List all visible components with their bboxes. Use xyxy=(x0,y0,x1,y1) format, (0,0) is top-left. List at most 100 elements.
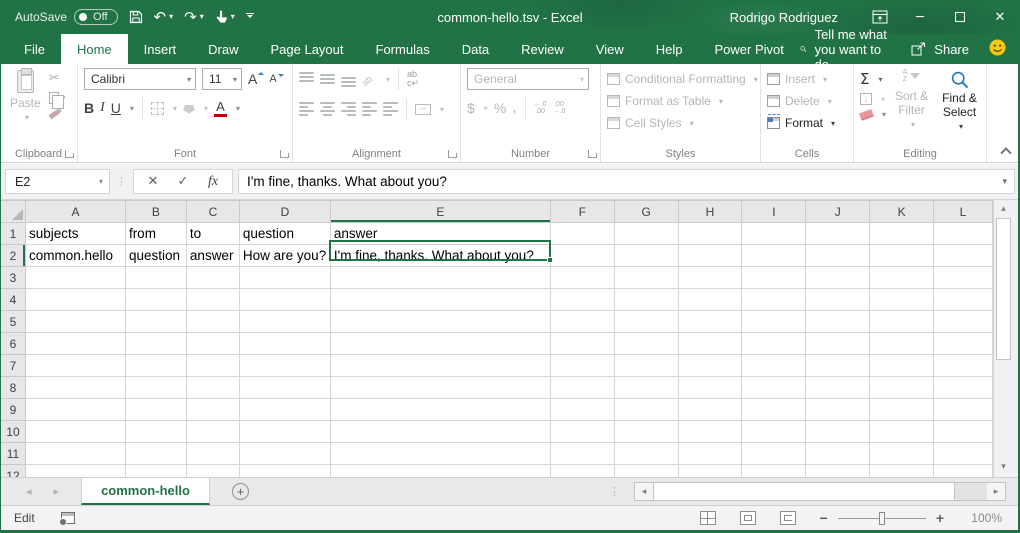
orientation-button[interactable] xyxy=(362,72,377,86)
paste-button[interactable]: Paste ▾ xyxy=(6,68,45,124)
cell-I4[interactable] xyxy=(742,289,806,311)
cell-E6[interactable] xyxy=(330,333,550,355)
cell-E2[interactable]: I'm fine, thanks. What about you? xyxy=(330,245,550,267)
cell-F7[interactable] xyxy=(550,355,614,377)
collapse-ribbon-button[interactable] xyxy=(1000,147,1011,158)
tab-help[interactable]: Help xyxy=(640,34,699,64)
cell-J6[interactable] xyxy=(806,333,870,355)
cell-D7[interactable] xyxy=(239,355,330,377)
cell-F9[interactable] xyxy=(550,399,614,421)
cell-G12[interactable] xyxy=(614,465,678,478)
new-sheet-button[interactable]: + xyxy=(232,478,249,505)
cell-C11[interactable] xyxy=(186,443,239,465)
autosave-pill[interactable]: Off xyxy=(74,9,117,25)
cell-E4[interactable] xyxy=(330,289,550,311)
cell-B3[interactable] xyxy=(125,267,186,289)
cell-E5[interactable] xyxy=(330,311,550,333)
font-color-button[interactable]: A xyxy=(214,100,227,117)
cell-E8[interactable] xyxy=(330,377,550,399)
cell-F8[interactable] xyxy=(550,377,614,399)
cell-F11[interactable] xyxy=(550,443,614,465)
cell-J1[interactable] xyxy=(806,223,870,245)
find-select-button[interactable]: Find & Select▾ xyxy=(937,68,982,145)
align-left-button[interactable] xyxy=(299,102,314,116)
borders-button[interactable] xyxy=(151,102,164,115)
maximize-button[interactable] xyxy=(940,0,980,34)
close-button[interactable]: ✕ xyxy=(980,0,1020,34)
cell-C3[interactable] xyxy=(186,267,239,289)
cell-D8[interactable] xyxy=(239,377,330,399)
tab-home[interactable]: Home xyxy=(61,34,128,64)
zoom-out-button[interactable]: − xyxy=(820,510,828,526)
column-header-F[interactable]: F xyxy=(550,201,614,223)
cell-G1[interactable] xyxy=(614,223,678,245)
column-header-E[interactable]: E xyxy=(330,201,550,223)
cell-I6[interactable] xyxy=(742,333,806,355)
column-header-K[interactable]: K xyxy=(870,201,934,223)
cell-L11[interactable] xyxy=(934,443,993,465)
sort-filter-button[interactable]: Sort & Filter▾ xyxy=(890,68,933,145)
cell-D2[interactable]: How are you? xyxy=(239,245,330,267)
cell-D11[interactable] xyxy=(239,443,330,465)
cell-B10[interactable] xyxy=(125,421,186,443)
decrease-decimal-button[interactable]: .00→.0 xyxy=(553,101,566,116)
cell-G4[interactable] xyxy=(614,289,678,311)
page-break-preview-button[interactable] xyxy=(780,511,796,525)
cell-H9[interactable] xyxy=(678,399,742,421)
cell-K7[interactable] xyxy=(870,355,934,377)
cell-C1[interactable]: to xyxy=(186,223,239,245)
italic-button[interactable]: I xyxy=(100,100,105,116)
delete-cells-button[interactable]: Delete▾ xyxy=(767,90,849,112)
zoom-in-button[interactable]: + xyxy=(936,510,944,526)
align-right-button[interactable] xyxy=(341,102,356,116)
cell-H5[interactable] xyxy=(678,311,742,333)
fill-color-button[interactable] xyxy=(183,105,195,114)
comma-format-button[interactable]: , xyxy=(512,99,516,117)
cell-E3[interactable] xyxy=(330,267,550,289)
cell-H2[interactable] xyxy=(678,245,742,267)
cell-B9[interactable] xyxy=(125,399,186,421)
row-header-1[interactable]: 1 xyxy=(1,223,26,245)
cell-G11[interactable] xyxy=(614,443,678,465)
column-header-C[interactable]: C xyxy=(186,201,239,223)
cell-G8[interactable] xyxy=(614,377,678,399)
cell-J12[interactable] xyxy=(806,465,870,478)
cell-L8[interactable] xyxy=(934,377,993,399)
formula-bar-handle[interactable]: ⋮ xyxy=(116,175,127,188)
cell-B6[interactable] xyxy=(125,333,186,355)
row-header-8[interactable]: 8 xyxy=(1,377,26,399)
cell-H11[interactable] xyxy=(678,443,742,465)
cell-L9[interactable] xyxy=(934,399,993,421)
cell-A8[interactable] xyxy=(25,377,125,399)
tab-data[interactable]: Data xyxy=(446,34,505,64)
cell-H12[interactable] xyxy=(678,465,742,478)
cell-L6[interactable] xyxy=(934,333,993,355)
copy-button[interactable]: ▾ xyxy=(49,90,66,105)
cell-K5[interactable] xyxy=(870,311,934,333)
tab-view[interactable]: View xyxy=(580,34,640,64)
normal-view-button[interactable] xyxy=(700,511,716,525)
row-header-5[interactable]: 5 xyxy=(1,311,26,333)
cell-J5[interactable] xyxy=(806,311,870,333)
cell-H7[interactable] xyxy=(678,355,742,377)
cell-H10[interactable] xyxy=(678,421,742,443)
row-header-12[interactable]: 12 xyxy=(1,465,26,478)
merge-center-button[interactable] xyxy=(415,104,431,115)
cell-J11[interactable] xyxy=(806,443,870,465)
cell-J8[interactable] xyxy=(806,377,870,399)
insert-function-button[interactable]: fx xyxy=(198,174,228,190)
bottom-align-button[interactable] xyxy=(341,72,356,87)
cell-J9[interactable] xyxy=(806,399,870,421)
font-size-select[interactable]: 11▾ xyxy=(202,68,242,90)
horizontal-scroll-thumb[interactable] xyxy=(653,483,955,500)
row-header-2[interactable]: 2 xyxy=(1,245,26,267)
tab-draw[interactable]: Draw xyxy=(192,34,254,64)
cell-J3[interactable] xyxy=(806,267,870,289)
zoom-slider[interactable] xyxy=(838,518,926,519)
currency-format-button[interactable]: $ xyxy=(467,100,475,116)
cell-I9[interactable] xyxy=(742,399,806,421)
row-header-3[interactable]: 3 xyxy=(1,267,26,289)
cell-A9[interactable] xyxy=(25,399,125,421)
cell-C12[interactable] xyxy=(186,465,239,478)
cell-C9[interactable] xyxy=(186,399,239,421)
